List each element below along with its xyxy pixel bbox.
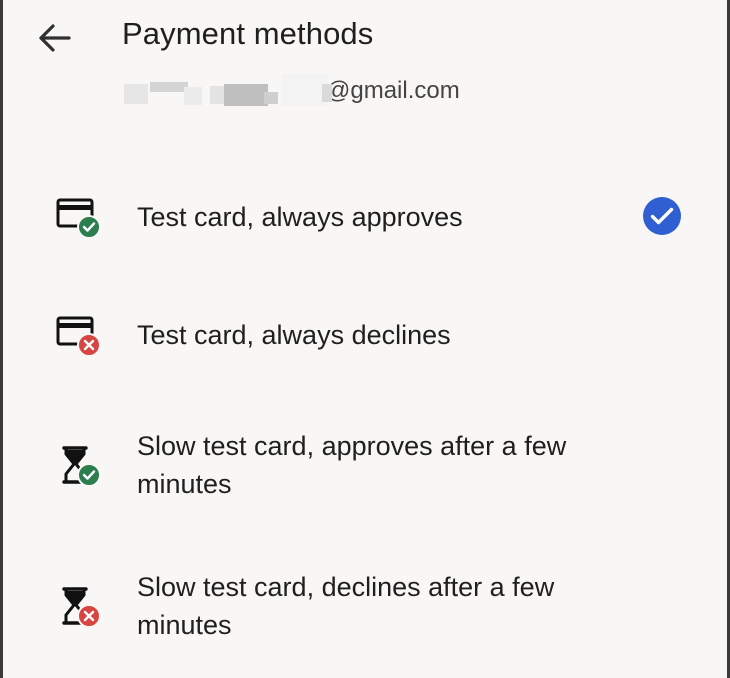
hourglass-declined-icon [62,587,101,628]
redacted-email-prefix [122,74,334,108]
account-email: @gmail.com [122,74,460,108]
selected-checkmark-icon [643,197,681,235]
payment-method-label: Test card, always approves [137,202,463,232]
payment-method-label: Test card, always declines [137,320,451,350]
payment-method-row-declines[interactable]: Test card, always declines [0,306,730,366]
payment-method-label: Slow test card, declines after a few min… [137,572,555,640]
hourglass-approved-icon [62,446,101,487]
payment-method-row-slow-declines[interactable]: Slow test card, declines after a few min… [0,565,730,649]
page-title: Payment methods [122,16,374,51]
credit-card-approved-icon [56,198,101,239]
payment-method-row-approves[interactable]: Test card, always approves [0,188,730,248]
payment-method-row-slow-approves[interactable]: Slow test card, approves after a few min… [0,424,730,508]
account-email-domain: @gmail.com [326,77,460,104]
back-button[interactable] [34,18,74,58]
arrow-back-icon [39,24,71,52]
payment-method-label: Slow test card, approves after a few min… [137,431,567,499]
credit-card-declined-icon [56,316,101,357]
